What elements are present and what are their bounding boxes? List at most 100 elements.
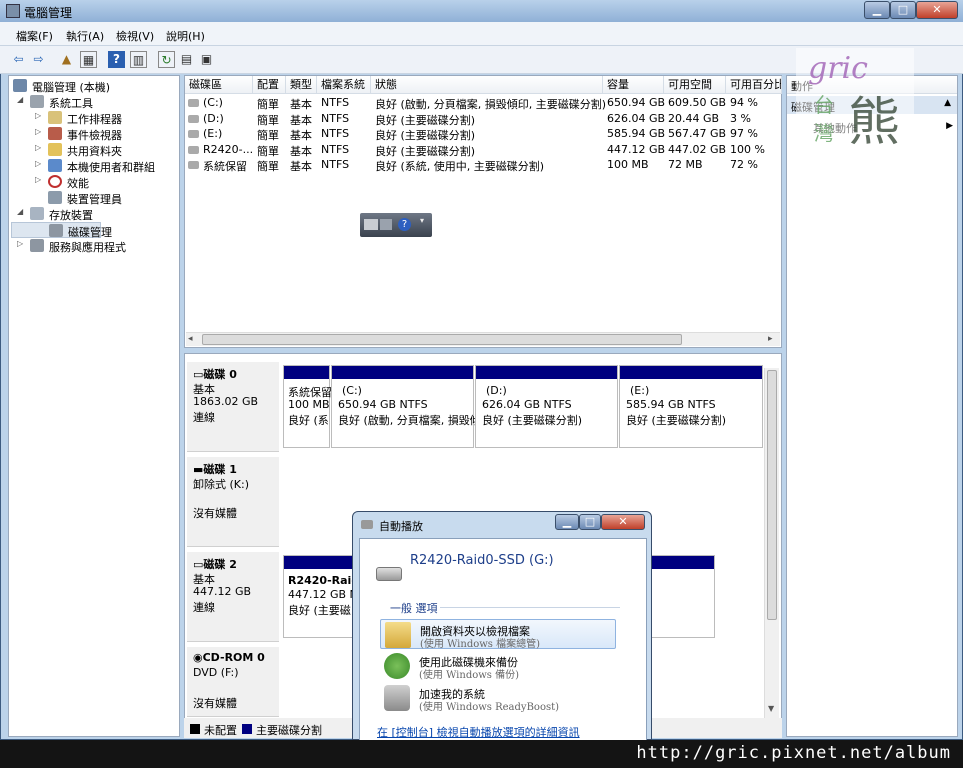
- table-cell: 基本: [290, 113, 312, 127]
- menu-file[interactable]: 檔案(F): [16, 28, 53, 44]
- minimize-button[interactable]: ▁: [864, 1, 890, 19]
- table-cell: 良好 (主要磁碟分割): [375, 129, 476, 142]
- column-header-layout[interactable]: 配置: [253, 76, 286, 94]
- table-cell: NTFS: [321, 142, 350, 156]
- column-header-filesystem[interactable]: 檔案系統: [317, 76, 371, 94]
- shared-folder-icon: [48, 143, 62, 156]
- collapse-up-icon[interactable]: ▲: [944, 98, 951, 108]
- tree-item-disk-management[interactable]: 磁碟管理: [11, 222, 112, 239]
- table-cell: 良好 (啟動, 分頁檔案, 損毀傾印, 主要磁碟分割): [375, 98, 607, 111]
- table-cell: 良好 (系統, 使用中, 主要磁碟分割): [375, 160, 545, 173]
- option-backup[interactable]: 使用此磁碟機來備份 (使用 Windows 備份): [380, 651, 616, 681]
- expand-arrow-icon[interactable]: ▷: [35, 127, 41, 136]
- column-header-free-percent[interactable]: 可用百分比: [726, 76, 782, 94]
- scroll-right-icon[interactable]: ▸: [768, 334, 773, 344]
- menu-action[interactable]: 執行(A): [66, 28, 104, 44]
- expand-arrow-icon[interactable]: ▷: [17, 239, 23, 248]
- collapse-arrow-icon[interactable]: ◢: [17, 207, 23, 216]
- event-viewer-icon: [48, 127, 62, 140]
- maximize-button[interactable]: □: [890, 1, 916, 19]
- table-cell: 94 %: [730, 96, 758, 109]
- column-header-free-space[interactable]: 可用空間: [664, 76, 726, 94]
- scroll-down-icon[interactable]: ▼: [768, 704, 774, 713]
- screen-icon[interactable]: [364, 219, 378, 230]
- table-cell: 簡單: [257, 98, 279, 111]
- refresh-icon[interactable]: ↻: [158, 51, 175, 68]
- collapse-arrow-icon[interactable]: ◢: [17, 95, 23, 104]
- volume-list-horizontal-scrollbar[interactable]: ◂ ▸: [186, 332, 780, 346]
- autoplay-content: R2420-Raid0-SSD (G:) 一般 選項 開啟資料夾以檢視檔案 (使…: [359, 538, 647, 741]
- partition-c[interactable]: (C:) 650.94 GB NTFS 良好 (啟動, 分頁檔案, 損毀傾: [331, 365, 481, 448]
- table-row[interactable]: R2420-... 簡單 基本 NTFS 良好 (主要磁碟分割) 447.12 GB 447…: [185, 143, 781, 158]
- disk-2-label[interactable]: ▭磁碟 2 基本 447.12 GB 連線: [187, 552, 279, 642]
- column-header-volume[interactable]: 磁碟區: [185, 76, 253, 94]
- dialog-maximize-button[interactable]: □: [579, 514, 601, 530]
- back-arrow-icon[interactable]: ⇦: [10, 51, 27, 68]
- table-row[interactable]: 系統保留 簡單 基本 NTFS 良好 (系統, 使用中, 主要磁碟分割) 100 MB 72…: [185, 158, 781, 173]
- column-header-status[interactable]: 狀態: [371, 76, 603, 94]
- forward-arrow-icon[interactable]: ⇨: [30, 51, 47, 68]
- table-cell: 簡單: [257, 160, 279, 173]
- hard-drive-icon: [376, 567, 402, 581]
- table-cell: 基本: [290, 98, 312, 111]
- table-row[interactable]: (D:) 簡單 基本 NTFS 良好 (主要磁碟分割) 626.04 GB 20.44 GB…: [185, 112, 781, 127]
- close-button[interactable]: ✕: [916, 1, 958, 19]
- scroll-left-icon[interactable]: ◂: [188, 334, 193, 344]
- disk-1-label[interactable]: ▬磁碟 1 卸除式 (K:) 沒有媒體: [187, 457, 279, 547]
- dialog-close-button[interactable]: ✕: [601, 514, 645, 530]
- help-icon[interactable]: ?: [398, 218, 411, 231]
- cdrom-icon: ◉: [193, 651, 203, 664]
- show-hide-tree-icon[interactable]: ▦: [80, 51, 97, 68]
- properties-icon[interactable]: ▤: [178, 51, 195, 68]
- table-cell: 626.04 GB: [607, 111, 666, 125]
- table-cell: 447.02 GB: [668, 142, 727, 156]
- column-header-capacity[interactable]: 容量: [603, 76, 664, 94]
- volume-icon: [188, 114, 199, 123]
- expand-arrow-icon[interactable]: ▷: [35, 159, 41, 168]
- tools-icon: [30, 95, 44, 108]
- disk-view-vertical-scrollbar[interactable]: ▼: [764, 368, 779, 718]
- scroll-thumb[interactable]: [202, 334, 682, 345]
- keyboard-icon[interactable]: [380, 219, 392, 230]
- dropdown-icon[interactable]: ▾: [420, 216, 424, 225]
- autoplay-title: 自動播放: [379, 520, 423, 533]
- floating-mini-toolbar[interactable]: ? ▾: [360, 213, 432, 237]
- action-pane-icon[interactable]: ▥: [130, 51, 147, 68]
- table-cell: NTFS: [321, 111, 350, 125]
- title-bar[interactable]: 電腦管理 ▁ □ ✕: [0, 0, 963, 22]
- table-row[interactable]: (E:) 簡單 基本 NTFS 良好 (主要磁碟分割) 585.94 GB 567.47 G…: [185, 127, 781, 142]
- scroll-thumb[interactable]: [767, 370, 777, 620]
- column-header-type[interactable]: 類型: [286, 76, 317, 94]
- window-title: 電腦管理: [24, 6, 73, 20]
- table-cell: 72 %: [730, 158, 758, 171]
- option-readyboost[interactable]: 加速我的系統 (使用 Windows ReadyBoost): [380, 683, 616, 713]
- removable-disk-icon: ▬: [193, 463, 204, 476]
- disk-icon: ▭: [193, 368, 204, 381]
- table-cell: 簡單: [257, 113, 279, 127]
- partition-system-reserved[interactable]: 系統保留 100 MB 良好 (系: [283, 365, 332, 448]
- help-icon[interactable]: ?: [108, 51, 125, 68]
- table-cell: 72 MB: [668, 158, 703, 171]
- cdrom-0-label[interactable]: ◉CD-ROM 0 DVD (F:) 沒有媒體: [187, 647, 279, 717]
- table-row[interactable]: (C:) 簡單 基本 NTFS 良好 (啟動, 分頁檔案, 損毀傾印, 主要磁碟分割) 6…: [185, 96, 781, 111]
- table-cell: 基本: [290, 129, 312, 142]
- partition-e[interactable]: (E:) 585.94 GB NTFS 良好 (主要磁碟分割): [619, 365, 763, 448]
- control-panel-link[interactable]: 在 [控制台] 檢視自動播放選項的詳細資訊: [377, 724, 580, 740]
- partition-d[interactable]: (D:) 626.04 GB NTFS 良好 (主要磁碟分割): [475, 365, 618, 448]
- table-cell: 良好 (主要磁碟分割): [375, 113, 476, 127]
- expand-arrow-icon[interactable]: ▷: [35, 175, 41, 184]
- drive-icon: [361, 520, 373, 529]
- table-cell: 簡單: [257, 144, 279, 158]
- expand-arrow-icon[interactable]: ▷: [35, 143, 41, 152]
- expand-arrow-icon[interactable]: ▷: [35, 111, 41, 120]
- menu-view[interactable]: 檢視(V): [116, 28, 154, 44]
- watermark-url: http://gric.pixnet.net/album: [636, 743, 951, 763]
- option-open-folder[interactable]: 開啟資料夾以檢視檔案 (使用 Windows 檔案總管): [380, 619, 616, 650]
- dialog-minimize-button[interactable]: ▁: [555, 514, 579, 530]
- menu-help[interactable]: 說明(H): [166, 28, 205, 44]
- svg-text:gric: gric: [808, 51, 868, 86]
- settings-icon[interactable]: ▣: [198, 51, 215, 68]
- disk-0-label[interactable]: ▭磁碟 0 基本 1863.02 GB 連線: [187, 362, 279, 452]
- up-folder-icon[interactable]: ▲: [58, 51, 75, 68]
- svg-text:灣: 灣: [814, 121, 834, 145]
